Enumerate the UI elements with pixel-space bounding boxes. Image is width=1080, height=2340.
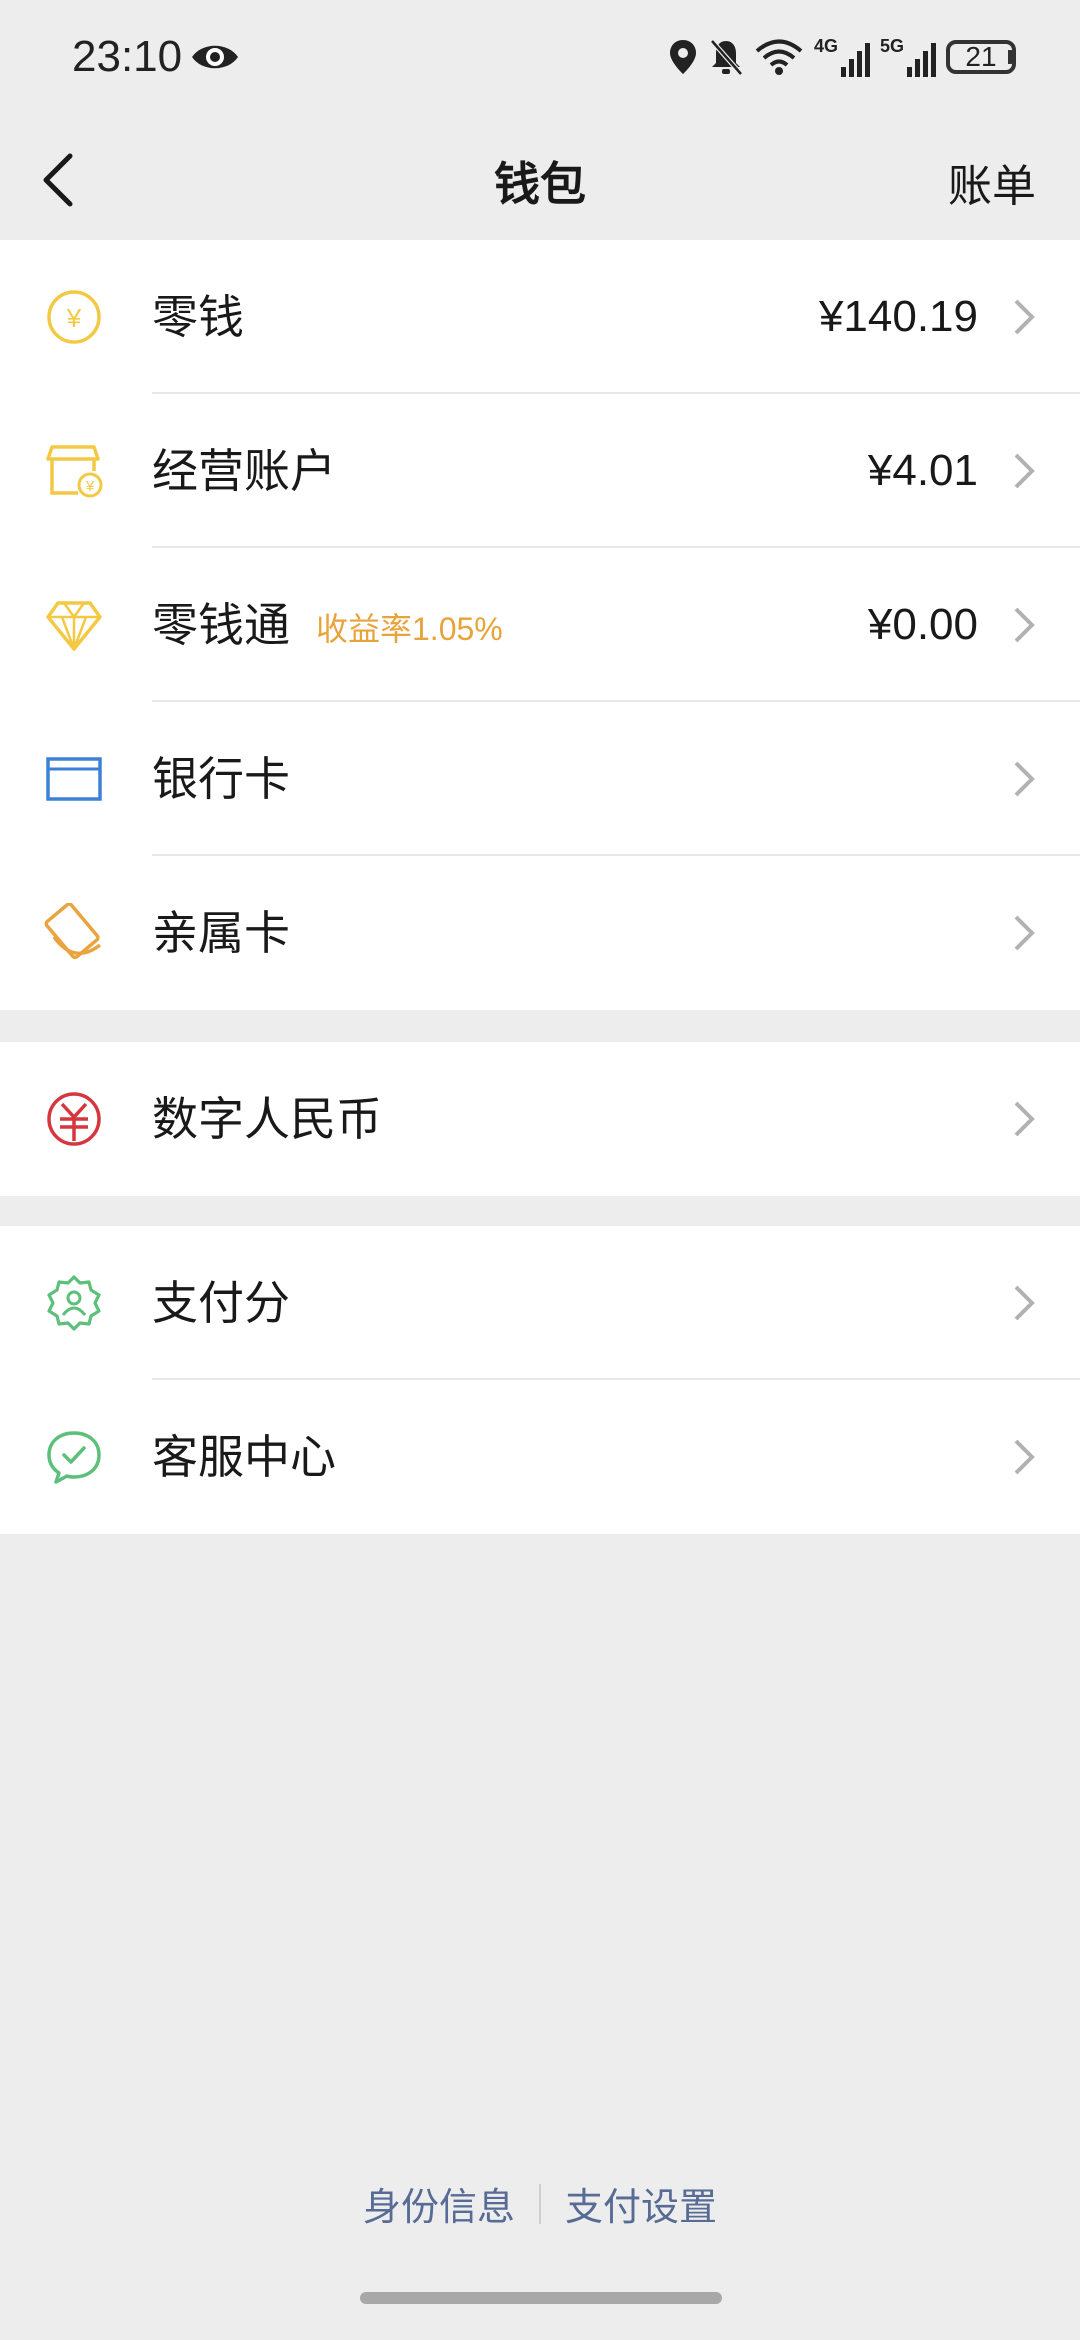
bills-button[interactable]: 账单 [948,150,1036,214]
coin-icon: ¥ [47,290,101,344]
pay-score-icon [47,1275,101,1331]
list-item-lingqiantong[interactable]: 零钱通 收益率1.05% ¥0.00 [0,548,1080,702]
list-item-family-card[interactable]: 亲属卡 [0,856,1080,1010]
business-account-label: 经营账户 [152,444,336,498]
list-item-pay-score[interactable]: 支付分 [0,1226,1080,1380]
wallet-group-main: ¥ 零钱 ¥140.19 ¥ 经营账户 ¥4.01 零钱通 收益率1.05% ¥0… [0,240,1080,1010]
chevron-right-icon [1014,299,1035,335]
network-4g-label: 4G [813,36,838,56]
digital-rmb-icon [47,1092,101,1146]
chevron-right-icon [1014,1101,1035,1137]
list-item-digital-rmb[interactable]: 数字人民币 [0,1042,1080,1196]
footer-links: 身份信息 支付设置 [0,2176,1080,2231]
bank-card-label: 银行卡 [152,752,290,806]
customer-service-icon [47,1431,101,1484]
chevron-right-icon [1014,1439,1035,1475]
family-card-label: 亲属卡 [152,906,290,960]
chevron-right-icon [1014,915,1035,951]
home-indicator[interactable] [360,2292,722,2304]
identity-info-link[interactable]: 身份信息 [363,2176,515,2231]
svg-text:¥: ¥ [85,478,95,495]
network-5g-label: 5G [879,36,904,56]
business-account-value: ¥4.01 [867,446,978,495]
diamond-icon [46,601,102,651]
wallet-group-services: 支付分 客服中心 [0,1226,1080,1534]
signal-5g: 5G [880,37,936,77]
location-icon [669,40,696,74]
status-bar: 23:10 4G 5G 21 [0,0,1080,120]
family-card-icon [44,903,102,960]
yield-rate-badge: 收益率1.05% [316,610,503,647]
shop-account-icon: ¥ [46,445,103,498]
signal-4g: 4G [814,37,870,77]
mute-bell-icon [710,39,743,76]
status-icons: 4G 5G 21 [668,34,1016,80]
lingqiantong-label: 零钱通 收益率1.05% [152,596,503,658]
lingqiantong-value: ¥0.00 [867,600,978,649]
battery-icon: 21 [946,40,1016,74]
battery-level: 21 [965,41,997,72]
list-item-balance[interactable]: ¥ 零钱 ¥140.19 [0,240,1080,394]
lingqiantong-title: 零钱通 [152,598,290,652]
wallet-group-digital: 数字人民币 [0,1042,1080,1196]
chevron-right-icon [1014,1285,1035,1321]
digital-rmb-label: 数字人民币 [152,1092,382,1146]
list-item-customer-service[interactable]: 客服中心 [0,1380,1080,1534]
wifi-icon [755,39,803,75]
chevron-right-icon [1014,607,1035,643]
chevron-right-icon [1014,761,1035,797]
list-item-bank-card[interactable]: 银行卡 [0,702,1080,856]
footer-separator [539,2183,541,2224]
eye-icon [192,45,238,69]
pay-score-label: 支付分 [152,1276,290,1330]
nav-bar: 钱包 账单 [0,120,1080,240]
list-item-business-account[interactable]: ¥ 经营账户 ¥4.01 [0,394,1080,548]
status-time: 23:10 [72,32,183,81]
balance-value: ¥140.19 [818,292,978,341]
balance-label: 零钱 [152,290,244,344]
chevron-right-icon [1014,453,1035,489]
page-title: 钱包 [494,157,586,211]
svg-text:¥: ¥ [66,303,82,333]
payment-settings-link[interactable]: 支付设置 [565,2176,717,2231]
customer-service-label: 客服中心 [152,1430,336,1484]
bank-card-icon [46,757,102,801]
